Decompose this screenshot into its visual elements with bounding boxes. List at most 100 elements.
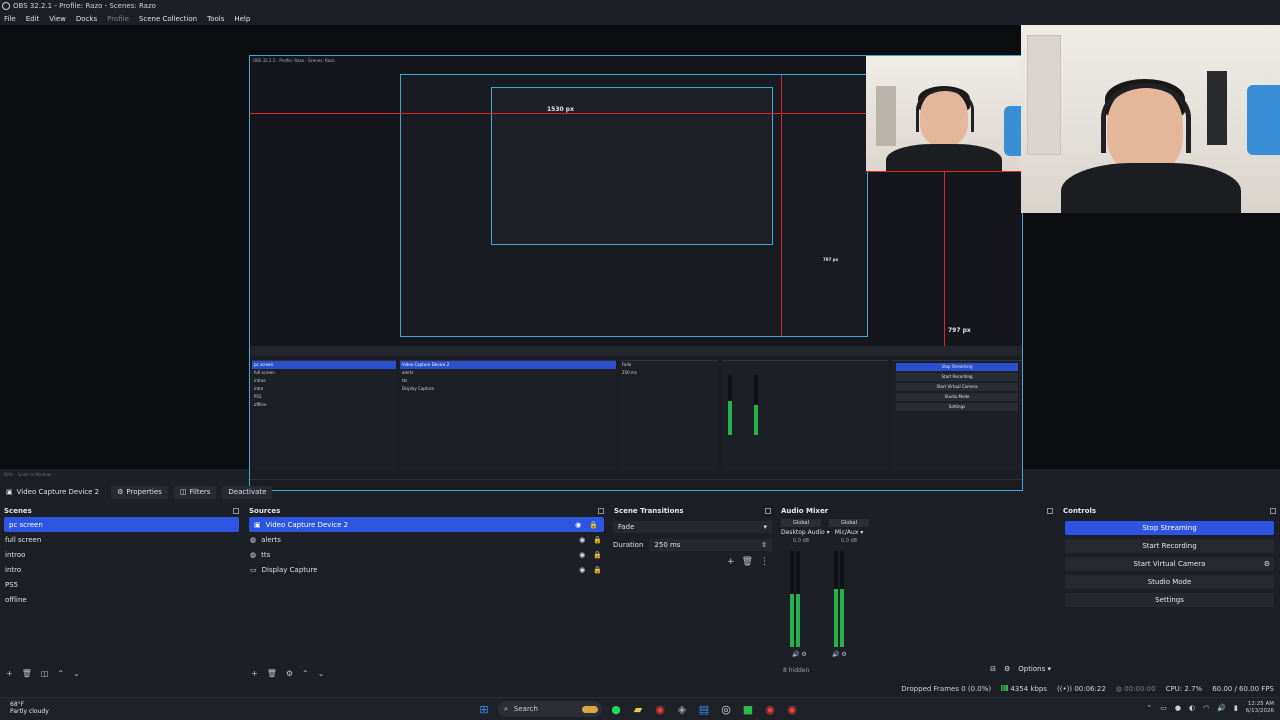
layout-icon[interactable]: ⊟ <box>990 665 996 673</box>
gear-icon[interactable]: ⚙ <box>1264 560 1270 568</box>
hidden-count[interactable]: 8 hidden <box>783 667 809 674</box>
preview-area[interactable]: OBS 32.2.1 - Profile: Razo - Scenes: Raz… <box>0 25 1280 491</box>
chrome-icon[interactable]: ◉ <box>652 701 668 717</box>
menu-edit[interactable]: Edit <box>26 15 40 23</box>
discord-icon[interactable]: ◐ <box>1189 704 1195 712</box>
eye-icon[interactable]: ◉ <box>579 551 585 559</box>
store-icon[interactable]: ▤ <box>696 701 712 717</box>
start-recording-button[interactable]: Start Recording <box>1065 539 1274 553</box>
stream-icon: ((•)) <box>1057 685 1073 693</box>
scene-item[interactable]: offline <box>0 592 243 607</box>
channel-name[interactable]: Mic/Aux ▾ <box>829 529 869 536</box>
add-icon[interactable]: + <box>251 669 258 678</box>
search-box[interactable]: ⌕ Search <box>498 701 602 717</box>
stepper-icon[interactable]: ⇳ <box>761 541 767 549</box>
obs-logo-icon <box>2 2 10 10</box>
obs-icon[interactable]: ◎ <box>718 701 734 717</box>
studio-mode-button[interactable]: Studio Mode <box>1065 575 1274 589</box>
menu-view[interactable]: View <box>49 15 66 23</box>
display-icon[interactable]: ▭ <box>1160 704 1167 712</box>
display-capture-source[interactable]: OBS 32.2.1 - Profile: Razo - Scenes: Raz… <box>249 55 1023 491</box>
duration-field[interactable]: 250 ms ⇳ <box>649 539 772 551</box>
spotify-icon[interactable]: ● <box>608 701 624 717</box>
filter-icon[interactable]: ◫ <box>41 669 49 678</box>
zoom-level[interactable]: 60% <box>4 472 13 477</box>
add-icon[interactable]: + <box>6 669 13 678</box>
chevron-up-icon[interactable]: ⌃ <box>1146 704 1152 712</box>
channel-db: 0.0 dB <box>840 538 858 544</box>
guide-line <box>866 171 1022 172</box>
steam-icon[interactable]: ◈ <box>674 701 690 717</box>
menu-scene-collection[interactable]: Scene Collection <box>139 15 197 23</box>
move-up-icon[interactable]: ⌃ <box>57 669 64 678</box>
bitrate: 4354 kbps <box>1001 685 1047 693</box>
deactivate-button[interactable]: Deactivate <box>222 485 273 499</box>
trash-icon[interactable]: 🗑 <box>267 669 277 678</box>
menu-file[interactable]: File <box>4 15 16 23</box>
battery-icon[interactable]: ▮ <box>1234 704 1238 712</box>
scene-item[interactable]: introo <box>0 547 243 562</box>
move-up-icon[interactable]: ⌃ <box>302 669 309 678</box>
stop-streaming-button[interactable]: Stop Streaming <box>1065 521 1274 535</box>
scene-item[interactable]: PS5 <box>0 577 243 592</box>
lock-icon[interactable]: 🔒 <box>593 536 602 544</box>
dropped-frames: Dropped Frames 0 (0.0%) <box>901 685 992 693</box>
transition-select[interactable]: Fade ▾ <box>613 521 772 533</box>
source-item[interactable]: ◍ alerts ◉ 🔒 <box>245 532 608 547</box>
menu-help[interactable]: Help <box>234 15 250 23</box>
channel-name[interactable]: Desktop Audio ▾ <box>781 529 830 536</box>
taskbar: 68°F Partly cloudy ⊞ ⌕ Search ● ▰ ◉ ◈ ▤ ◎… <box>0 697 1280 720</box>
clock[interactable]: 12:25 AM 6/13/2026 <box>1246 701 1274 715</box>
context-source-name: Video Capture Device 2 <box>16 488 100 496</box>
mute-icon[interactable]: 🔊 ⚙ <box>832 651 847 658</box>
chrome-icon[interactable]: ◉ <box>762 701 778 717</box>
menu-bar: File Edit View Docks Profile Scene Colle… <box>0 12 1280 25</box>
undock-icon[interactable] <box>1047 508 1053 514</box>
properties-button[interactable]: ⚙ Properties <box>111 485 168 499</box>
mute-icon[interactable]: 🔊 ⚙ <box>792 651 807 658</box>
start-virtual-camera-button[interactable]: Start Virtual Camera ⚙ <box>1065 557 1274 571</box>
filters-button[interactable]: ◫ Filters <box>173 485 217 499</box>
scene-item[interactable]: pc screen <box>4 517 239 532</box>
start-icon[interactable]: ⊞ <box>476 701 492 717</box>
lock-icon[interactable]: 🔒 <box>593 566 602 574</box>
more-icon[interactable]: ⋮ <box>760 557 769 567</box>
menu-tools[interactable]: Tools <box>207 15 224 23</box>
app-tray-icon[interactable]: ● <box>1175 704 1181 712</box>
gear-icon[interactable]: ⚙ <box>286 669 293 678</box>
undock-icon[interactable] <box>598 508 604 514</box>
menu-profile[interactable]: Profile <box>107 15 129 23</box>
move-down-icon[interactable]: ⌄ <box>318 669 325 678</box>
menu-docks[interactable]: Docks <box>76 15 97 23</box>
undock-icon[interactable] <box>233 508 239 514</box>
undock-icon[interactable] <box>1270 508 1276 514</box>
weather-widget[interactable]: 68°F Partly cloudy <box>10 701 49 715</box>
scene-item[interactable]: intro <box>0 562 243 577</box>
source-item[interactable]: ▭ Display Capture ◉ 🔒 <box>245 562 608 577</box>
volume-icon[interactable]: 🔊 <box>1217 704 1226 712</box>
cpu-usage: CPU: 2.7% <box>1165 685 1203 693</box>
undock-icon[interactable] <box>765 508 771 514</box>
eye-icon[interactable]: ◉ <box>579 566 585 574</box>
eye-icon[interactable]: ◉ <box>579 536 585 544</box>
wifi-icon[interactable]: ◠ <box>1203 704 1209 712</box>
chrome-icon[interactable]: ◉ <box>784 701 800 717</box>
folder-icon[interactable]: ▰ <box>630 701 646 717</box>
source-item[interactable]: ▣ Video Capture Device 2 ◉ 🔒 <box>249 517 604 532</box>
app-icon[interactable]: ■ <box>740 701 756 717</box>
trash-icon[interactable]: 🗑 <box>742 557 753 567</box>
move-down-icon[interactable]: ⌄ <box>73 669 80 678</box>
settings-button[interactable]: Settings <box>1065 593 1274 607</box>
webcam-capture[interactable] <box>1021 25 1280 213</box>
gear-icon[interactable]: ⚙ <box>1004 665 1010 673</box>
nested-scenes: pc screen full screen introo intro PS5 o… <box>252 360 396 470</box>
zoom-mode[interactable]: Scale to Window <box>18 472 51 477</box>
add-icon[interactable]: + <box>727 557 735 567</box>
trash-icon[interactable]: 🗑 <box>22 669 32 678</box>
lock-icon[interactable]: 🔒 <box>593 551 602 559</box>
options-menu[interactable]: Options ▾ <box>1018 665 1051 673</box>
eye-icon[interactable]: ◉ <box>575 521 581 529</box>
lock-icon[interactable]: 🔒 <box>589 521 598 529</box>
scene-item[interactable]: full screen <box>0 532 243 547</box>
source-item[interactable]: ◍ tts ◉ 🔒 <box>245 547 608 562</box>
